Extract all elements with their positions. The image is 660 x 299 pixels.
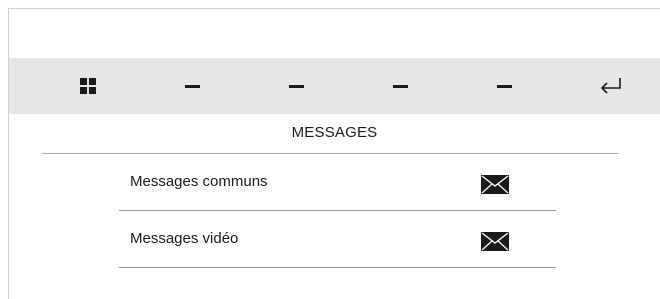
home-grid-button[interactable] [58,58,118,114]
toolbar-slot-1-button[interactable] [162,58,222,114]
dash-icon [392,84,408,88]
grid-icon [80,78,96,94]
envelope-icon [481,175,509,194]
envelope-icon [481,232,509,251]
message-row-label: Messages communs [130,173,268,190]
message-row-label: Messages vidéo [130,230,239,247]
dash-icon [496,84,512,88]
toolbar-slot-4-button[interactable] [474,58,534,114]
dash-icon [288,84,304,88]
back-button[interactable] [581,58,641,114]
message-row-video[interactable]: Messages vidéo [119,212,556,268]
toolbar-slot-3-button[interactable] [370,58,430,114]
page-title: MESSAGES [291,123,378,141]
title-divider [42,153,619,154]
top-toolbar [9,58,660,114]
toolbar-slot-2-button[interactable] [266,58,326,114]
return-arrow-icon [600,78,621,94]
dash-icon [184,84,200,88]
message-row-common[interactable]: Messages communs [119,155,556,211]
